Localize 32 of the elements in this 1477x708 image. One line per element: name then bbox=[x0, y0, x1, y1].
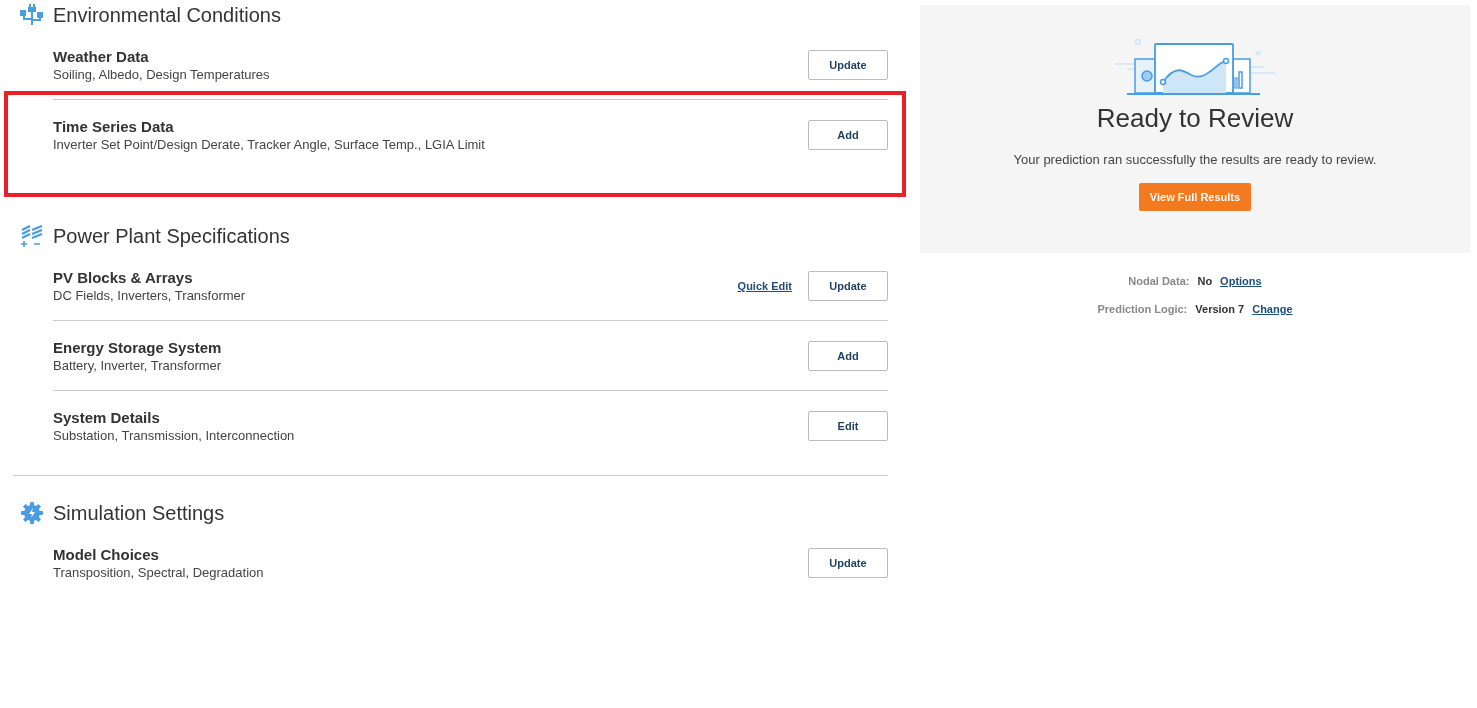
action-button[interactable]: Edit bbox=[808, 410, 888, 441]
section-title: Power Plant Specifications bbox=[53, 224, 290, 248]
item-title: System Details bbox=[53, 408, 161, 426]
item-description: Battery, Inverter, Transformer bbox=[53, 357, 223, 373]
review-message: Your prediction ran successfully the results are ready to review. bbox=[1013, 152, 1377, 167]
section-title: Environmental Conditions bbox=[53, 3, 281, 27]
section-title: Simulation Settings bbox=[53, 501, 225, 525]
quick-edit-link[interactable]: Quick Edit bbox=[737, 279, 792, 292]
detail-value: No bbox=[1197, 275, 1213, 287]
detail-link[interactable]: Change bbox=[1252, 303, 1293, 315]
item-title: Weather Data bbox=[53, 47, 150, 65]
item-description: Transposition, Spectral, Degradation bbox=[53, 564, 265, 580]
item-description: Substation, Transmission, Interconnection bbox=[53, 427, 296, 443]
detail-value: Version 7 bbox=[1195, 303, 1245, 315]
detail-label: Prediction Logic: bbox=[1097, 303, 1188, 315]
review-title: Ready to Review bbox=[1096, 103, 1294, 134]
solar-panel-icon bbox=[20, 225, 44, 247]
action-button[interactable]: Update bbox=[808, 270, 888, 301]
action-button[interactable]: Update bbox=[808, 547, 888, 578]
item-description: Inverter Set Point/Design Derate, Tracker Angle, Surface Temp., LGIA Limit bbox=[53, 136, 486, 152]
detail-link[interactable]: Options bbox=[1220, 275, 1262, 287]
item-description: Soiling, Albedo, Design Temperatures bbox=[53, 66, 271, 82]
detail-label: Nodal Data: bbox=[1128, 275, 1190, 287]
network-icon bbox=[20, 4, 44, 26]
item-title: PV Blocks & Arrays bbox=[53, 268, 194, 286]
item-title: Time Series Data bbox=[53, 117, 175, 135]
item-title: Model Choices bbox=[53, 545, 160, 563]
action-button[interactable]: Update bbox=[808, 49, 888, 80]
action-button[interactable]: Add bbox=[808, 119, 888, 150]
item-title: Energy Storage System bbox=[53, 338, 223, 356]
item-description: DC Fields, Inverters, Transformer bbox=[53, 287, 247, 303]
action-button[interactable]: Add bbox=[808, 340, 888, 371]
